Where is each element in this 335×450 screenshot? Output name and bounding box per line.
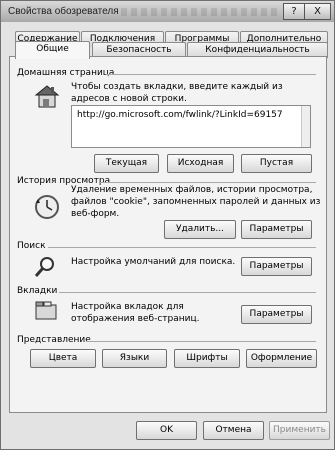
delete-history-button[interactable]: Удалить... — [164, 220, 236, 239]
cancel-button[interactable]: Отмена — [203, 421, 264, 440]
general-tab-panel: Домашняя страница Чтобы создать вкладки,… — [9, 56, 327, 413]
tabs-description: Настройка вкладок для отображения веб-ст… — [71, 302, 200, 324]
home-section-title: Домашняя страница — [17, 68, 115, 78]
use-current-button[interactable]: Текущая — [94, 154, 159, 173]
history-clock-icon — [35, 195, 59, 219]
home-url-text: http://go.microsoft.com/fwlink/?LinkId=6… — [77, 110, 283, 120]
history-settings-button[interactable]: Параметры — [241, 220, 312, 239]
search-section-title: Поиск — [17, 241, 46, 251]
appearance-separator — [86, 341, 316, 342]
tabs-settings-button[interactable]: Параметры — [241, 305, 312, 324]
window-title: Свойства обозревателя — [8, 6, 119, 17]
apply-button[interactable]: Применить — [269, 421, 330, 440]
fonts-button[interactable]: Шрифты — [174, 349, 240, 368]
close-button[interactable]: X — [304, 3, 331, 20]
magnifier-icon — [34, 257, 54, 277]
home-separator — [106, 74, 316, 75]
languages-button[interactable]: Языки — [102, 349, 167, 368]
appearance-section-title: Представление — [17, 335, 91, 345]
search-separator — [48, 247, 316, 248]
help-button[interactable]: ? — [283, 3, 305, 20]
house-icon — [34, 85, 60, 108]
tab-general[interactable]: Общие — [15, 41, 90, 59]
history-separator — [100, 182, 316, 183]
url-scrollbar[interactable] — [301, 106, 310, 147]
background-ghost-text — [121, 8, 281, 16]
history-description: Удаление временных файлов, истории просм… — [71, 185, 321, 219]
colors-button[interactable]: Цвета — [30, 349, 96, 368]
home-description: Чтобы создать вкладки, введите каждый из… — [71, 82, 283, 104]
search-description: Настройка умолчаний для поиска. — [71, 257, 236, 267]
ok-button[interactable]: OK — [136, 421, 197, 440]
title-bar[interactable]: Свойства обозревателя ? X — [1, 1, 334, 22]
accessibility-button[interactable]: Оформление — [246, 349, 317, 368]
search-settings-button[interactable]: Параметры — [241, 257, 312, 276]
use-blank-button[interactable]: Пустая — [241, 154, 312, 173]
tabs-section-title: Вкладки — [17, 286, 58, 296]
tabs-separator — [59, 292, 316, 293]
home-url-textbox[interactable]: http://go.microsoft.com/fwlink/?LinkId=6… — [71, 105, 311, 148]
use-default-button[interactable]: Исходная — [167, 154, 234, 173]
internet-options-dialog: Свойства обозревателя ? X Содержание Под… — [0, 0, 335, 450]
tabs-window-icon — [35, 301, 57, 320]
